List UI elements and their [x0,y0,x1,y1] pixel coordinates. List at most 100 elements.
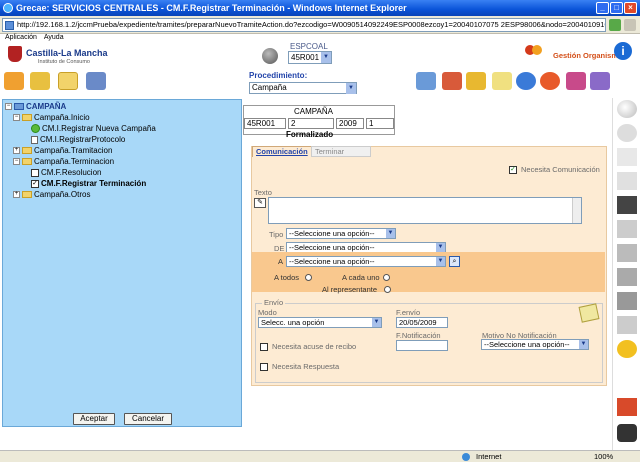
menu-bar: Aplicación Ayuda [0,34,640,42]
info-icon[interactable]: i [614,42,632,60]
paste-icon[interactable] [617,244,637,262]
tab-comunicacion[interactable]: Comunicación [252,146,312,157]
toolbar-books-icon[interactable] [442,72,462,90]
toolbar-report-icon[interactable] [590,72,610,90]
menu-ayuda[interactable]: Ayuda [44,34,64,41]
gestion-organismo-link[interactable]: Gestión Organismo [553,51,623,60]
fax-icon[interactable] [617,316,637,334]
tree-item-tramitacion[interactable]: + Campaña.Tramitacion [13,145,112,156]
tree-item-registrar-nueva-campana[interactable]: CM.I.Registrar Nueva Campaña [31,123,156,134]
pages-icon[interactable] [617,172,637,190]
aceptar-button[interactable]: Aceptar [73,413,115,425]
ie-icon [3,3,13,13]
textarea-scrollbar[interactable] [572,198,581,223]
tree-item-registrar-terminacion[interactable]: ✓ CM.F.Registrar Terminación [31,178,146,189]
chevron-down-icon: ▼ [321,52,331,63]
respuesta-checkbox[interactable] [260,362,270,371]
zone-label: Internet [476,452,502,461]
tree-item-terminacion[interactable]: − Campaña.Terminacion [13,156,114,167]
edit-text-icon[interactable]: ✎ [254,198,266,208]
logo-subtitle: Instituto de Consumo [38,59,90,65]
tab-terminar[interactable]: Terminar [311,146,371,157]
minimize-button[interactable]: _ [596,2,609,14]
logo-text: Castilla-La Mancha [26,48,108,58]
campaign-header: CAMPAÑA [294,107,333,116]
toolbar-notes-icon[interactable] [30,72,50,90]
espcoal-value: 45R001 [291,53,320,62]
save-icon[interactable] [617,196,637,214]
al-representante-radio[interactable] [384,285,391,294]
copy-icon[interactable] [617,220,637,238]
a-todos-label: A todos [274,273,300,282]
toolbar-computer-icon[interactable] [416,72,436,90]
texto-label: Texto [254,188,272,197]
tipo-label: Tipo [269,230,284,239]
delete-icon[interactable] [617,398,637,416]
zoom-icon[interactable] [617,100,637,118]
toolbar-users-icon[interactable] [566,72,586,90]
campaign-seq: 1 [366,118,394,129]
necesita-comunicacion-checkbox[interactable]: ✓ [509,165,519,174]
chevron-down-icon: ▼ [436,257,445,266]
print-icon[interactable] [617,292,637,310]
menu-aplicacion[interactable]: Aplicación [5,34,37,41]
toolbar-chart-icon[interactable] [540,72,560,90]
exit-icon[interactable] [617,424,637,442]
toolbar-note-icon[interactable] [492,72,512,90]
tree-item-inicio[interactable]: − Campaña.Inicio [13,112,90,123]
folder-icon[interactable] [58,72,78,90]
settings-icon[interactable] [617,340,637,358]
chevron-down-icon: ▼ [579,340,588,349]
modo-select[interactable]: Selecc. una opción ▼ [258,317,382,328]
acuse-label: Necesita acuse de recibo [272,342,357,351]
tipo-value: --Seleccione una opción-- [289,229,375,238]
fnotificacion-label: F.Notificación [396,331,441,340]
tree-item-otros[interactable]: + Campaña.Otros [13,189,90,200]
envio-label: Envío [262,298,286,307]
chevron-down-icon: ▼ [372,318,381,327]
search-icon[interactable]: ⌕ [449,256,460,267]
a-cada-uno-radio[interactable] [383,273,390,282]
tree-root[interactable]: − CAMPAÑA [5,101,66,112]
fenvio-input[interactable]: 20/05/2009 [396,317,448,328]
tools-icon[interactable] [617,268,637,286]
campaign-number: 2 [288,118,334,129]
maximize-button[interactable]: □ [610,2,623,14]
toolbar-tree-icon[interactable] [4,72,24,90]
fnotificacion-input[interactable] [396,340,448,351]
cancelar-button[interactable]: Cancelar [124,413,172,425]
toolbar-archive-icon[interactable] [466,72,486,90]
chevron-down-icon: ▼ [386,229,395,238]
gestion-icon [525,45,542,55]
page-icon [5,21,14,30]
motivo-select[interactable]: --Seleccione una opción-- ▼ [481,339,589,350]
document-icon[interactable] [617,148,637,166]
chevron-down-icon: ▼ [346,83,356,94]
status-bar: Internet 100% [0,450,640,461]
procedimiento-select[interactable]: Campaña ▼ [249,82,357,94]
a-select[interactable]: --Seleccione una opción-- ▼ [286,256,446,267]
refresh-icon[interactable] [624,19,636,31]
right-toolbar [612,98,640,450]
tree-item-resolucion[interactable]: CM.F.Resolucion [31,167,101,178]
toolbar-globe-icon[interactable] [516,72,536,90]
toolbar-print-icon[interactable] [86,72,106,90]
zoom-level[interactable]: 100% [594,451,613,462]
tree-panel: − CAMPAÑA − Campaña.Inicio CM.I.Registrar … [2,99,242,427]
tree-item-registrar-protocolo[interactable]: CM.I.RegistrarProtocolo [31,134,125,145]
fenvio-label: F.envío [396,308,421,317]
back-icon[interactable] [617,124,637,142]
modo-value: Selecc. una opción [261,318,325,327]
espcoal-select[interactable]: 45R001 ▼ [288,51,332,64]
campaign-status: Formalizado [286,130,334,139]
close-button[interactable]: × [624,2,637,14]
a-todos-radio[interactable] [305,273,312,282]
texto-textarea[interactable] [268,197,582,224]
url-field[interactable]: http://192.168.1.2/jccmPrueba/expediente… [2,18,606,32]
a-value: --Seleccione una opción-- [289,257,375,266]
go-arrow-icon[interactable] [609,19,621,31]
espcoal-label: ESPCOAL [290,42,328,51]
tipo-select[interactable]: --Seleccione una opción-- ▼ [286,228,396,239]
acuse-checkbox[interactable] [260,342,270,351]
address-bar: http://192.168.1.2/jccmPrueba/expediente… [0,16,640,34]
